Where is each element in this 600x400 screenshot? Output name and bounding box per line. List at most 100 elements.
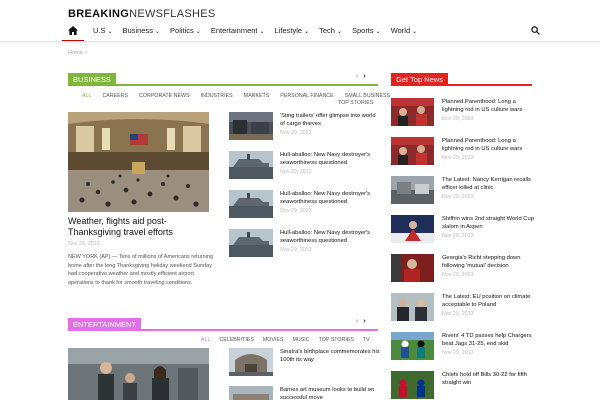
- nav-item-world[interactable]: World ⌄: [391, 26, 417, 35]
- nav-label: Tech: [319, 25, 335, 35]
- top-news-item[interactable]: The Latest: Nancy Kerrigan recalls offic…: [391, 176, 536, 206]
- business-section-title[interactable]: BUSINESS: [68, 73, 116, 86]
- top-news-thumbnail: [391, 254, 434, 282]
- top-news-item[interactable]: The Latest: EU position on climate accep…: [391, 293, 536, 323]
- entertainment-section-title[interactable]: ENTERTAINMENT: [68, 318, 142, 331]
- breadcrumb: Home »: [68, 50, 87, 56]
- tab-top-stories[interactable]: TOP STORIES: [338, 100, 373, 106]
- tab-top-stories[interactable]: TOP STORIES: [319, 337, 354, 343]
- top-news-title[interactable]: Get Top News: [391, 73, 448, 86]
- top-news-title-text[interactable]: The Latest: EU position on climate accep…: [442, 293, 536, 309]
- top-news-item[interactable]: Shiffrin wins 2nd straight World Cup sla…: [391, 215, 536, 245]
- business-main-excerpt: NEW YORK (AP) — Tens of millions of Amer…: [68, 254, 213, 286]
- top-news-item[interactable]: Planned Parenthood: Long a lightning rod…: [391, 98, 536, 128]
- search-icon[interactable]: [531, 25, 540, 35]
- top-news-date: Nov 29, 2013: [442, 194, 474, 200]
- next-arrow-icon[interactable]: ›: [363, 318, 370, 325]
- nav-item-politics[interactable]: Politics ⌄: [170, 26, 201, 35]
- tab-tv[interactable]: TV: [363, 337, 370, 343]
- top-news-title-text[interactable]: Planned Parenthood: Long a lightning rod…: [442, 98, 536, 114]
- top-news-title-text[interactable]: The Latest: Nancy Kerrigan recalls offic…: [442, 176, 536, 192]
- nav-item-entertainment[interactable]: Entertainment ⌄: [211, 26, 265, 35]
- business-main-image[interactable]: [68, 112, 209, 212]
- entertainment-list-title[interactable]: Barnes art museum looks to build on succ…: [280, 386, 380, 400]
- chevron-down-icon: ⌄: [154, 28, 161, 35]
- business-list-title[interactable]: Hull-aballoo: New Navy destroyer's seawo…: [280, 229, 380, 245]
- top-news-thumbnail: [391, 332, 434, 360]
- page: BREAKINGNEWSFLASHES U.S ⌄ Business ⌄ Polit…: [0, 0, 600, 400]
- main-nav: U.S ⌄ Business ⌄ Politics ⌄ Entertainment ⌄ …: [62, 20, 540, 42]
- nav-item-us[interactable]: U.S ⌄: [93, 26, 113, 35]
- business-list-item[interactable]: Hull-aballoo: New Navy destroyer's seawo…: [229, 151, 379, 181]
- nav-label: Entertainment: [210, 25, 258, 35]
- top-news-date: Nov 29, 2013: [442, 233, 474, 239]
- top-news-item[interactable]: Georgia's Richt stepping down following …: [391, 254, 536, 284]
- entertainment-pager: ‹›: [356, 318, 371, 325]
- business-list-item[interactable]: Hull-aballoo: New Navy destroyer's seawo…: [229, 190, 379, 220]
- business-list-date: Nov 29, 2013: [280, 169, 312, 175]
- chevron-down-icon: ⌄: [412, 28, 418, 35]
- tab-corporate-news[interactable]: CORPORATE NEWS: [139, 93, 190, 99]
- business-list-thumbnail: [229, 190, 273, 218]
- top-news-date: Nov 29, 2013: [442, 272, 474, 278]
- nav-label: Politics: [170, 25, 194, 35]
- tab-all[interactable]: ALL: [201, 337, 210, 343]
- business-list-title[interactable]: Hull-aballoo: New Navy destroyer's seawo…: [280, 190, 380, 206]
- nav-item-tech[interactable]: Tech ⌄: [319, 26, 342, 35]
- entertainment-main-image[interactable]: [68, 348, 209, 400]
- entertainment-list-title[interactable]: Sinatra's birthplace commemorates his 10…: [280, 348, 380, 364]
- business-list-date: Nov 29, 2013: [280, 130, 312, 136]
- top-news-title-text[interactable]: Shiffrin wins 2nd straight World Cup sla…: [442, 215, 536, 231]
- top-news-thumbnail: [391, 98, 434, 126]
- breadcrumb-separator: »: [84, 50, 88, 56]
- tab-careers[interactable]: CAREERS: [102, 93, 128, 99]
- tab-movies[interactable]: MOVIES: [263, 337, 284, 343]
- home-icon[interactable]: [62, 20, 84, 42]
- tab-industries[interactable]: INDUSTRIES: [201, 93, 233, 99]
- business-main-date: Nov 29, 2013: [68, 241, 100, 247]
- top-news-date: Nov 29, 2013: [442, 350, 474, 356]
- tab-music[interactable]: MUSIC: [293, 337, 310, 343]
- chevron-down-icon: ⌄: [304, 28, 310, 35]
- business-list-title[interactable]: 'Sting trailers' offer glimpse into worl…: [280, 112, 380, 128]
- top-news-title-text[interactable]: Planned Parenthood: Long a lightning rod…: [442, 137, 536, 153]
- business-list-item[interactable]: 'Sting trailers' offer glimpse into worl…: [229, 112, 379, 142]
- top-news-item[interactable]: Planned Parenthood: Long a lightning rod…: [391, 137, 536, 167]
- business-main-title[interactable]: Weather, flights aid post-Thanksgiving t…: [68, 216, 213, 238]
- top-news-item[interactable]: Chiefs hold off Bills 30-22 for fifth st…: [391, 371, 536, 400]
- top-news-title-text[interactable]: Georgia's Richt stepping down following …: [442, 254, 536, 270]
- entertainment-list-thumbnail: [229, 386, 273, 400]
- breadcrumb-home[interactable]: Home: [68, 50, 83, 56]
- header-shadow: [0, 42, 600, 44]
- top-news-thumbnail: [391, 176, 434, 204]
- top-news-item[interactable]: Rivers' 4 TD passes help Chargers beat J…: [391, 332, 536, 362]
- top-news-thumbnail: [391, 137, 434, 165]
- business-list-date: Nov 29, 2013: [280, 208, 312, 214]
- business-list-item[interactable]: Hull-aballoo: New Navy destroyer's seawo…: [229, 229, 379, 259]
- tab-celebrities[interactable]: CELEBRITIES: [219, 337, 253, 343]
- nav-label: Business: [122, 25, 153, 35]
- next-arrow-icon[interactable]: ›: [363, 73, 370, 80]
- entertainment-list-item[interactable]: Barnes art museum looks to build on succ…: [229, 386, 379, 400]
- top-news-title-text[interactable]: Rivers' 4 TD passes help Chargers beat J…: [442, 332, 536, 348]
- nav-item-lifestyle[interactable]: Lifestyle ⌄: [275, 26, 310, 35]
- chevron-down-icon: ⌄: [195, 28, 201, 35]
- nav-item-sports[interactable]: Sports ⌄: [352, 26, 381, 35]
- top-news-thumbnail: [391, 371, 434, 399]
- top-news-title-text[interactable]: Chiefs hold off Bills 30-22 for fifth st…: [442, 371, 536, 387]
- nav-label: U.S: [93, 25, 106, 35]
- chevron-down-icon: ⌄: [107, 28, 113, 35]
- tab-personal-finance[interactable]: PERSONAL FINANCE: [280, 93, 333, 99]
- tab-markets[interactable]: MARKETS: [244, 93, 270, 99]
- tab-small-business[interactable]: SMALL BUSINESS: [345, 93, 390, 99]
- nav-item-business[interactable]: Business ⌄: [123, 26, 160, 35]
- entertainment-section-header: ENTERTAINMENT: [68, 318, 378, 331]
- chevron-down-icon: ⌄: [259, 28, 265, 35]
- site-logo[interactable]: BREAKINGNEWSFLASHES: [68, 8, 216, 20]
- entertainment-tabs: ALL CELEBRITIES MOVIES MUSIC TOP STORIES…: [201, 337, 370, 343]
- tab-all[interactable]: ALL: [82, 93, 91, 99]
- business-tabs: ALL CAREERS CORPORATE NEWS INDUSTRIES MA…: [82, 93, 390, 99]
- business-list-date: Nov 29, 2013: [280, 247, 312, 253]
- entertainment-list-item[interactable]: Sinatra's birthplace commemorates his 10…: [229, 348, 380, 378]
- business-list-title[interactable]: Hull-aballoo: New Navy destroyer's seawo…: [280, 151, 380, 167]
